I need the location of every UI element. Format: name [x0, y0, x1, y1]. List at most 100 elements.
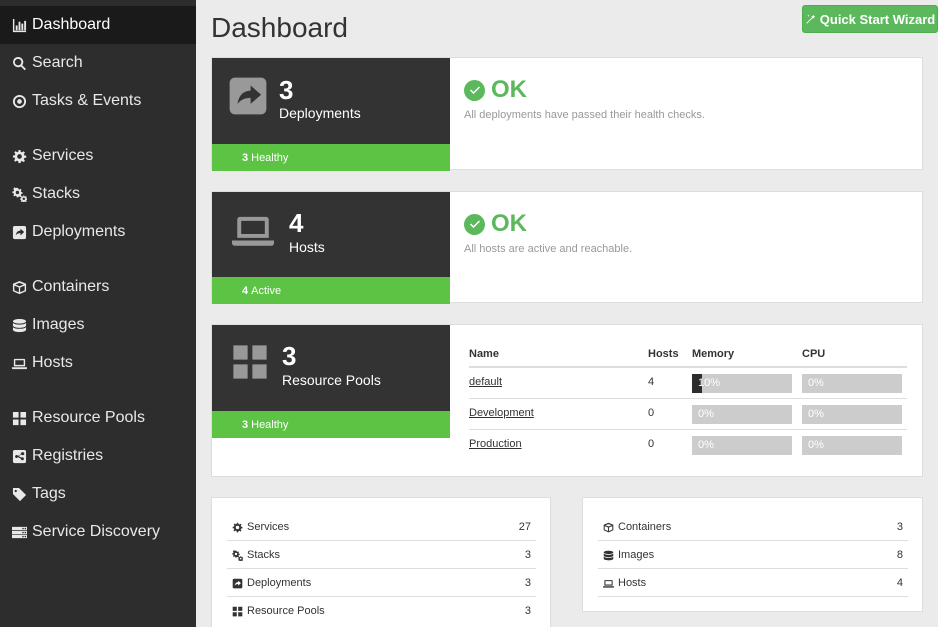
sidebar-item-deployments[interactable]: Deployments	[0, 213, 196, 251]
cpu-bar-text: 0%	[808, 377, 824, 389]
summary-row-containers[interactable]: Containers 3	[598, 513, 908, 541]
hosts-status-desc: All hosts are active and reachable.	[464, 243, 633, 255]
summary-value: 4	[896, 577, 903, 589]
sidebar-item-label: Images	[32, 316, 85, 333]
col-name: Name	[469, 348, 499, 360]
memory-bar-text: 0%	[698, 439, 714, 451]
share-square-icon	[232, 578, 243, 589]
magic-wand-icon	[805, 14, 816, 25]
laptop-icon	[227, 209, 279, 251]
sidebar-item-registries[interactable]: Registries	[0, 437, 196, 475]
pool-hosts: 4	[648, 376, 655, 388]
deployments-count: 3	[279, 75, 294, 105]
summary-value: 3	[524, 549, 531, 561]
memory-bar: 10%	[692, 374, 792, 393]
status-text: OK	[491, 210, 527, 237]
hosts-summary[interactable]: 4 Hosts	[212, 192, 450, 277]
hosts-label: Hosts	[289, 239, 325, 255]
summary-label: Services	[247, 521, 290, 533]
deployments-status-desc: All deployments have passed their health…	[464, 109, 705, 121]
sidebar-item-services[interactable]: Services	[0, 137, 196, 175]
resource-pools-count: 3	[282, 341, 297, 371]
cog-icon	[11, 148, 27, 164]
cube-icon	[11, 279, 27, 295]
sidebar-item-resource-pools[interactable]: Resource Pools	[0, 399, 196, 437]
table-header: Name Hosts Memory CPU	[469, 342, 907, 368]
summary-row-images[interactable]: Images 8	[598, 541, 908, 569]
hosts-active-badge[interactable]: 4 Active	[212, 277, 450, 304]
badge-text: Healthy	[251, 418, 289, 431]
th-large-icon	[11, 410, 27, 426]
hosts-card: 4 Hosts 4 Active OK All hosts are active…	[211, 191, 923, 304]
summary-label: Stacks	[247, 549, 281, 561]
table-row: Production 0 0% 0%	[469, 430, 907, 461]
server-icon	[11, 524, 27, 540]
sidebar-item-containers[interactable]: Containers	[0, 268, 196, 306]
sidebar-item-hosts[interactable]: Hosts	[0, 344, 196, 382]
quick-start-wizard-button[interactable]: Quick Start Wizard	[802, 5, 938, 33]
summary-row-resource-pools[interactable]: Resource Pools 3	[227, 597, 536, 625]
deployments-healthy-badge[interactable]: 3 Healthy	[212, 144, 450, 171]
summary-panel-right: Containers 3 Images 8 Hosts 4	[582, 497, 923, 612]
badge-count: 3	[242, 418, 249, 431]
database-icon	[11, 317, 27, 333]
sidebar-item-stacks[interactable]: Stacks	[0, 175, 196, 213]
deployments-summary[interactable]: 3 Deployments	[212, 58, 450, 144]
cube-icon	[603, 522, 614, 533]
table-row: Development 0 0% 0%	[469, 399, 907, 430]
summary-value: 3	[524, 577, 531, 589]
cpu-bar-text: 0%	[808, 439, 824, 451]
table-row: default 4 10% 0%	[469, 368, 907, 399]
hosts-count: 4	[289, 208, 304, 238]
sidebar-item-tasks-events[interactable]: Tasks & Events	[0, 82, 196, 120]
search-icon	[11, 55, 27, 71]
pool-name-link[interactable]: Development	[469, 407, 534, 419]
resource-pools-table: Name Hosts Memory CPU default 4 10% 0% D…	[469, 342, 907, 461]
summary-label: Resource Pools	[247, 605, 325, 617]
sidebar-item-label: Hosts	[32, 354, 73, 371]
sidebar-item-label: Deployments	[32, 223, 126, 240]
badge-text: Healthy	[251, 151, 289, 164]
sidebar-item-tags[interactable]: Tags	[0, 475, 196, 513]
th-large-icon	[227, 343, 273, 381]
target-icon	[11, 93, 27, 109]
sidebar-item-label: Dashboard	[32, 16, 111, 33]
resource-pools-label: Resource Pools	[282, 372, 381, 388]
summary-row-stacks[interactable]: Stacks 3	[227, 541, 536, 569]
resource-pools-summary[interactable]: 3 Resource Pools	[212, 325, 450, 411]
pool-hosts: 0	[648, 438, 655, 450]
badge-text: Active	[251, 284, 282, 297]
sidebar-item-service-discovery[interactable]: Service Discovery	[0, 513, 196, 551]
cpu-bar: 0%	[802, 436, 902, 455]
cogs-icon	[232, 550, 243, 561]
col-hosts: Hosts	[648, 348, 679, 360]
sidebar-item-images[interactable]: Images	[0, 306, 196, 344]
sidebar-item-dashboard[interactable]: Dashboard	[0, 6, 196, 44]
quick-start-wizard-label: Quick Start Wizard	[819, 11, 936, 27]
resource-pools-healthy-badge[interactable]: 3 Healthy	[212, 411, 450, 438]
tag-icon	[11, 486, 27, 502]
sidebar-item-label: Containers	[32, 278, 110, 295]
sidebar-item-label: Service Discovery	[32, 523, 161, 540]
sidebar-item-label: Tags	[32, 485, 66, 502]
sidebar-item-label: Stacks	[32, 185, 81, 202]
cpu-bar: 0%	[802, 374, 902, 393]
page-title: Dashboard	[211, 12, 348, 43]
share-square-icon	[227, 75, 269, 117]
summary-row-services[interactable]: Services 27	[227, 513, 536, 541]
deployments-status: OK	[464, 76, 527, 104]
summary-panel-left: Services 27 Stacks 3 Deployments 3 Resou…	[211, 497, 551, 627]
summary-label: Images	[618, 549, 655, 561]
sidebar-item-search[interactable]: Search	[0, 44, 196, 82]
col-memory: Memory	[692, 348, 735, 360]
resource-pools-card: 3 Resource Pools 3 Healthy Name Hosts Me…	[211, 324, 923, 477]
database-icon	[603, 550, 614, 561]
memory-bar: 0%	[692, 405, 792, 424]
check-circle-icon	[464, 79, 485, 101]
pool-name-link[interactable]: Production	[469, 438, 522, 450]
deployments-label: Deployments	[279, 105, 361, 121]
summary-row-deployments[interactable]: Deployments 3	[227, 569, 536, 597]
pool-name-link[interactable]: default	[469, 376, 502, 388]
summary-value: 3	[524, 605, 531, 617]
summary-row-hosts[interactable]: Hosts 4	[598, 569, 908, 597]
